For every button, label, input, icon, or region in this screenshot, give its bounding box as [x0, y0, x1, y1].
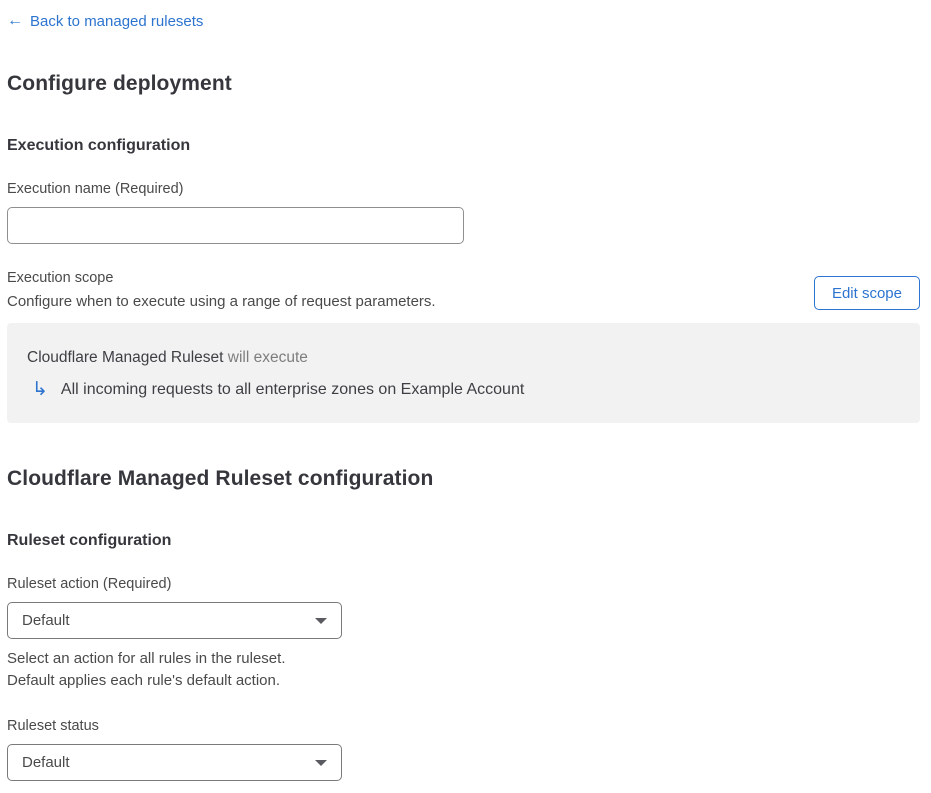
execution-name-label: Execution name (Required) [7, 181, 184, 197]
chevron-down-icon [315, 759, 327, 766]
ruleset-status-select[interactable]: Default [7, 744, 342, 781]
ruleset-configuration-heading: Ruleset configuration [7, 532, 172, 549]
summary-scope-text: All incoming requests to all enterprise … [60, 380, 525, 398]
ruleset-configuration-title: Cloudflare Managed Ruleset configuration [7, 467, 434, 490]
back-arrow-icon: ← [7, 12, 23, 29]
ruleset-action-value: Default [22, 612, 70, 629]
execution-scope-description: Configure when to execute using a range … [7, 293, 436, 310]
ruleset-status-value: Default [22, 754, 70, 771]
execution-scope-row: Execution scope Configure when to execut… [7, 270, 920, 310]
ruleset-action-select[interactable]: Default [7, 602, 342, 639]
execution-scope-label: Execution scope [7, 270, 114, 286]
summary-scope-line: ↳ All incoming requests to all enterpris… [32, 380, 900, 399]
summary-will-execute: will execute [223, 349, 308, 366]
execution-scope-text: Execution scope Configure when to execut… [7, 270, 436, 310]
configure-deployment-page: ← Back to managed rulesets Configure dep… [0, 0, 931, 793]
chevron-down-icon [315, 617, 327, 624]
page-title: Configure deployment [7, 72, 232, 95]
execution-summary-box: Cloudflare Managed Ruleset will execute … [7, 323, 920, 423]
hook-arrow-icon: ↳ [32, 379, 48, 400]
back-link-label: Back to managed rulesets [30, 12, 204, 30]
execution-configuration-heading: Execution configuration [7, 137, 191, 154]
ruleset-action-help-line2: Default applies each rule's default acti… [7, 672, 281, 689]
back-to-managed-rulesets-link[interactable]: ← Back to managed rulesets [7, 13, 203, 30]
ruleset-status-label: Ruleset status [7, 718, 99, 734]
ruleset-action-help: Select an action for all rules in the ru… [7, 648, 931, 692]
ruleset-action-help-line1: Select an action for all rules in the ru… [7, 650, 286, 667]
execution-name-input[interactable] [7, 207, 464, 244]
summary-ruleset-name: Cloudflare Managed Ruleset [27, 349, 224, 366]
ruleset-action-label: Ruleset action (Required) [7, 576, 172, 592]
summary-headline: Cloudflare Managed Ruleset will execute [27, 349, 900, 367]
edit-scope-button[interactable]: Edit scope [813, 276, 920, 310]
